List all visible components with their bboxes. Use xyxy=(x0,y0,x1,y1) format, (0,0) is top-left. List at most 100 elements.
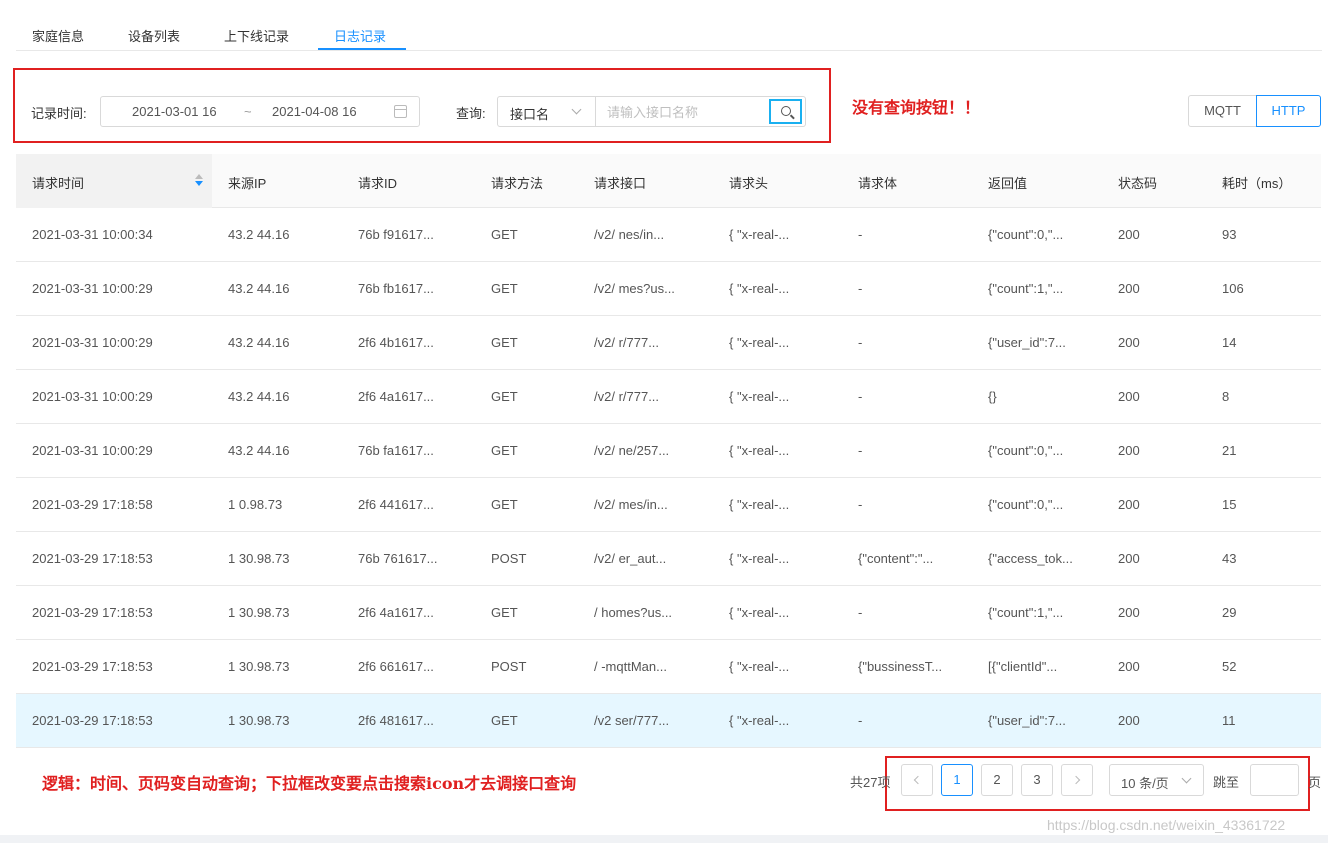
cell-endpoint: /v2 ser/777... xyxy=(594,713,670,728)
column-header-request-body: 请求体 xyxy=(858,176,898,191)
cell-status-code: 200 xyxy=(1118,389,1140,404)
annotation-no-query-button: 没有查询按钮！！ xyxy=(852,98,981,117)
prev-page-button[interactable] xyxy=(901,764,933,796)
cell-source-ip: 43.2 44.16 xyxy=(228,227,290,242)
search-input[interactable] xyxy=(607,103,767,121)
cell-method: GET xyxy=(491,443,518,458)
cell-request-body: - xyxy=(858,443,863,458)
cell-request-time: 2021-03-29 17:18:53 xyxy=(32,713,153,728)
table-header: 请求时间 来源IP 请求ID 请求方法 请求接口 请求头 请求体 返回值 状态码… xyxy=(16,154,1321,208)
cell-request-headers: { "x-real-... xyxy=(729,605,790,620)
search-button[interactable] xyxy=(769,99,802,124)
pagination-total: 共27项 xyxy=(850,775,891,790)
page-size-value: 10 条/页 xyxy=(1121,776,1169,791)
cell-method: GET xyxy=(491,335,518,350)
cell-status-code: 200 xyxy=(1118,551,1140,566)
protocol-http-button[interactable]: HTTP xyxy=(1256,95,1321,127)
sort-icon[interactable] xyxy=(195,174,203,188)
cell-request-id: 2f6 481617... xyxy=(358,713,434,728)
next-page-button[interactable] xyxy=(1061,764,1093,796)
cell-request-time: 2021-03-31 10:00:29 xyxy=(32,443,153,458)
table-row[interactable]: 2021-03-29 17:18:53 1 30.98.73 76b 761617.… xyxy=(16,532,1321,586)
tab-log-records[interactable]: 日志记录 xyxy=(334,26,386,45)
table-row[interactable]: 2021-03-29 17:18:53 1 30.98.73 2f6 661617.… xyxy=(16,640,1321,694)
column-header-response: 返回值 xyxy=(988,176,1028,191)
table-row[interactable]: 2021-03-31 10:00:29 43.2 44.16 2f6 4a1617.… xyxy=(16,370,1321,424)
date-start-value[interactable]: 2021-03-01 16 xyxy=(132,104,217,119)
table-row[interactable]: 2021-03-29 17:18:53 1 30.98.73 2f6 4a1617.… xyxy=(16,586,1321,640)
date-end-value[interactable]: 2021-04-08 16 xyxy=(272,104,357,119)
footer-strip xyxy=(0,835,1328,843)
page-size-select[interactable]: 10 条/页 xyxy=(1109,764,1204,796)
jump-to-label: 跳至 xyxy=(1213,775,1240,790)
cell-response: {"count":1,"... xyxy=(988,605,1064,620)
cell-endpoint: /v2/ nes/in... xyxy=(594,227,665,242)
table-row[interactable]: 2021-03-31 10:00:34 43.2 44.16 76b f91617.… xyxy=(16,208,1321,262)
cell-status-code: 200 xyxy=(1118,335,1140,350)
tab-online-offline-records[interactable]: 上下线记录 xyxy=(224,26,289,45)
cell-method: GET xyxy=(491,389,518,404)
table-row[interactable]: 2021-03-31 10:00:29 43.2 44.16 76b fa1617.… xyxy=(16,424,1321,478)
cell-method: GET xyxy=(491,227,518,242)
cell-source-ip: 43.2 44.16 xyxy=(228,281,290,296)
cell-duration: 29 xyxy=(1222,605,1237,620)
cell-endpoint: /v2/ mes/in... xyxy=(594,497,668,512)
table-row[interactable]: 2021-03-29 17:18:58 1 0.98.73 2f6 441617..… xyxy=(16,478,1321,532)
query-field-select[interactable]: 接口名 xyxy=(497,96,596,127)
cell-duration: 11 xyxy=(1222,713,1236,728)
cell-source-ip: 1 30.98.73 xyxy=(228,713,290,728)
chevron-right-icon xyxy=(1071,775,1081,785)
cell-status-code: 200 xyxy=(1118,497,1140,512)
column-header-request-time[interactable]: 请求时间 xyxy=(32,173,84,192)
cell-method: GET xyxy=(491,713,518,728)
cell-duration: 106 xyxy=(1222,281,1244,296)
cell-request-id: 2f6 441617... xyxy=(358,497,434,512)
cell-method: GET xyxy=(491,281,518,296)
table-row[interactable]: 2021-03-29 17:18:53 1 30.98.73 2f6 481617.… xyxy=(16,694,1321,748)
table-row[interactable]: 2021-03-31 10:00:29 43.2 44.16 2f6 4b1617.… xyxy=(16,316,1321,370)
chevron-down-icon xyxy=(571,104,582,115)
page-button-3[interactable]: 3 xyxy=(1021,764,1053,796)
active-tab-indicator xyxy=(318,48,406,50)
cell-request-time: 2021-03-29 17:18:53 xyxy=(32,605,153,620)
cell-request-id: 2f6 4a1617... xyxy=(358,389,434,404)
calendar-icon[interactable] xyxy=(394,105,407,118)
protocol-mqtt-button[interactable]: MQTT xyxy=(1188,95,1257,127)
cell-source-ip: 43.2 44.16 xyxy=(228,335,290,350)
cell-duration: 8 xyxy=(1222,389,1230,404)
cell-endpoint: /v2/ r/777... xyxy=(594,335,660,350)
cell-request-time: 2021-03-31 10:00:29 xyxy=(32,389,153,404)
cell-duration: 15 xyxy=(1222,497,1237,512)
watermark: https://blog.csdn.net/weixin_43361722 xyxy=(1047,817,1286,833)
cell-endpoint: / homes?us... xyxy=(594,605,673,620)
cell-request-id: 76b f91617... xyxy=(358,227,434,242)
cell-request-headers: { "x-real-... xyxy=(729,497,790,512)
cell-request-body: {"bussinessT... xyxy=(858,659,943,674)
cell-status-code: 200 xyxy=(1118,443,1140,458)
cell-source-ip: 43.2 44.16 xyxy=(228,389,290,404)
log-table: 请求时间 来源IP 请求ID 请求方法 请求接口 请求头 请求体 返回值 状态码… xyxy=(16,154,1321,748)
cell-request-body: - xyxy=(858,713,863,728)
chevron-left-icon xyxy=(913,775,923,785)
cell-duration: 14 xyxy=(1222,335,1237,350)
cell-request-time: 2021-03-29 17:18:58 xyxy=(32,497,153,512)
cell-request-headers: { "x-real-... xyxy=(729,659,790,674)
cell-request-body: - xyxy=(858,281,863,296)
jump-page-input[interactable] xyxy=(1250,764,1299,796)
cell-request-headers: { "x-real-... xyxy=(729,443,790,458)
table-body: 2021-03-31 10:00:34 43.2 44.16 76b f91617.… xyxy=(16,208,1321,748)
cell-endpoint: /v2/ mes?us... xyxy=(594,281,675,296)
page-button-1[interactable]: 1 xyxy=(941,764,973,796)
table-row[interactable]: 2021-03-31 10:00:29 43.2 44.16 76b fb1617.… xyxy=(16,262,1321,316)
page-button-2[interactable]: 2 xyxy=(981,764,1013,796)
column-header-method: 请求方法 xyxy=(491,176,544,191)
cell-status-code: 200 xyxy=(1118,227,1140,242)
cell-method: GET xyxy=(491,497,518,512)
cell-request-headers: { "x-real-... xyxy=(729,281,790,296)
date-range-picker[interactable]: 2021-03-01 16 ~ 2021-04-08 16 xyxy=(100,96,420,127)
cell-response: {"user_id":7... xyxy=(988,335,1066,350)
tab-device-list[interactable]: 设备列表 xyxy=(128,26,180,45)
cell-source-ip: 1 30.98.73 xyxy=(228,605,290,620)
cell-request-headers: { "x-real-... xyxy=(729,713,790,728)
tab-home-info[interactable]: 家庭信息 xyxy=(32,26,84,45)
